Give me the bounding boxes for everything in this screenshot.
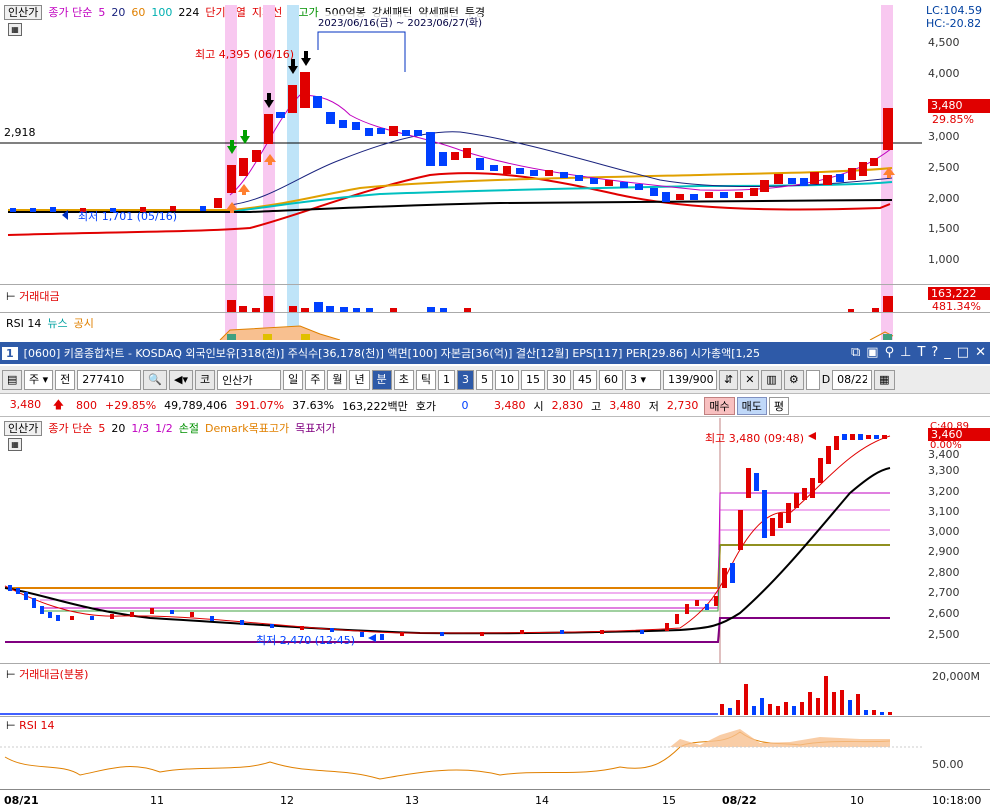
reference-price-label: 2,918 [4, 126, 36, 139]
chart-toolbar: ▤ 주 ▾ 전 🔍 ◀▾ 코 일 주 월 년 분 초 틱 1 3 5 10 15… [0, 366, 990, 394]
time-axis: 08/21 11 12 13 14 15 08/22 10 10:18:00 [0, 789, 990, 811]
date-range-label: 2023/06/16(금) ~ 2023/06/27(화) [318, 14, 483, 29]
fib-line [40, 529, 890, 594]
minute-5[interactable]: 5 [475, 369, 493, 390]
bottom-low-label: 최저 2,470 (12:45) [256, 634, 356, 647]
minute-price-chart[interactable] [0, 418, 922, 663]
search-icon[interactable]: 🔍 [143, 369, 167, 390]
window-number: 1 [2, 346, 18, 360]
quote-current: 3,480 [494, 399, 526, 412]
low-label: 저 [648, 399, 659, 413]
demark-line [5, 544, 890, 589]
up-arrow-icon: 🡅 [52, 398, 64, 411]
quote-row: 3,480 🡅 800 +29.85% 49,789,406 391.07% 3… [0, 395, 990, 417]
current-price: 3,480 🡅 [0, 396, 72, 415]
period-minute[interactable]: 분 [371, 369, 392, 390]
window-controls: ⧉ ▣ ⚲ ⊥ T ? _ □ ✕ [846, 345, 986, 360]
top-low-label: 최저 1,701 (05/16) [78, 210, 178, 223]
buy-button[interactable]: 매수 [704, 396, 735, 415]
top-price-badge: 3,480 [928, 99, 990, 113]
restore-icon[interactable]: ⧉ [851, 345, 860, 360]
type-select[interactable]: 주 ▾ [24, 369, 54, 390]
eval-button[interactable]: 평 [768, 396, 790, 415]
crosshair-icon[interactable]: ✕ [740, 369, 760, 390]
market-prefix[interactable]: 코 [194, 369, 216, 390]
tool-icon[interactable]: ⇵ [718, 369, 739, 390]
hoga-label: 호가 [415, 399, 437, 413]
indicator-icon[interactable]: ▥ [761, 369, 782, 390]
minute-ma5-line [4, 435, 891, 634]
period-day[interactable]: 일 [283, 369, 304, 390]
minute-10[interactable]: 10 [494, 369, 519, 390]
minimize-icon[interactable]: _ [944, 345, 951, 360]
stock-name-input[interactable] [217, 369, 282, 390]
turnover: 37.63% [292, 399, 335, 412]
price-change-pct: +29.85% [105, 399, 157, 412]
minute-chart-panel[interactable]: 인산가 종가 단순 5 20 1/3 1/2 손절 Demark목표고가 목표저… [0, 418, 990, 811]
date-input[interactable] [832, 369, 873, 390]
top-volume-badge: 163,222 [928, 287, 990, 300]
bottom-rsi-chart [0, 729, 922, 780]
volume: 49,789,406 [164, 399, 228, 412]
top-price-axis: 4,500 4,000 3,000 2,500 2,000 1,500 1,00… [928, 36, 960, 266]
stock-code-input[interactable] [77, 369, 142, 390]
minute-30[interactable]: 30 [546, 369, 571, 390]
help-icon[interactable]: ? [931, 345, 938, 360]
mode-select[interactable]: 전 [55, 369, 76, 390]
pin-icon[interactable]: ⊥ [900, 345, 911, 360]
target-low-line [5, 617, 890, 643]
hoga-value: 0 [461, 399, 469, 412]
minute-1[interactable]: 1 [437, 369, 455, 390]
speaker-icon[interactable]: ◀▾ [168, 369, 193, 390]
period-tick[interactable]: 틱 [415, 369, 436, 390]
close-icon[interactable]: ✕ [975, 345, 986, 360]
top-rsi-chart [219, 325, 894, 340]
sell-button[interactable]: 매도 [736, 396, 767, 415]
period-second[interactable]: 초 [393, 369, 414, 390]
bottom-volume-bars [0, 676, 892, 715]
daily-chart-panel[interactable]: 인산가 종가 단순 5 20 60 100 224 단기과열 지지선 신고가 5… [0, 0, 990, 340]
period-month[interactable]: 월 [327, 369, 348, 390]
trade-amount: 163,222백만 [342, 399, 408, 413]
top-pct-badge: 29.85% [932, 113, 974, 126]
maximize-icon[interactable]: □ [957, 345, 969, 360]
d-checkbox[interactable] [805, 369, 820, 390]
rsi-tick: 50.00 [932, 758, 964, 771]
period-year[interactable]: 년 [349, 369, 370, 390]
open-value: 2,830 [551, 399, 584, 412]
open-label: 시 [533, 399, 544, 413]
minute-3[interactable]: 3 [456, 369, 474, 390]
minute-15[interactable]: 15 [520, 369, 545, 390]
minute-60[interactable]: 60 [598, 369, 623, 390]
gear-icon[interactable]: ⚙ [783, 369, 804, 390]
menu-grid-icon[interactable]: ▤ [2, 369, 22, 390]
link-icon[interactable]: ⚲ [885, 345, 895, 360]
bottom-price-axis: 3,400 3,300 3,200 3,100 3,000 2,900 2,80… [928, 448, 960, 641]
window-title: [0600] 키움종합차트 - KOSDAQ 외국인보유[318(천)] 주식수… [23, 347, 761, 360]
window-title-bar[interactable]: 1 [0600] 키움종합차트 - KOSDAQ 외국인보유[318(천)] 주… [0, 342, 990, 364]
calendar-icon[interactable]: ▦ [874, 369, 895, 390]
d-label: D [821, 373, 831, 386]
bottom-pct-badge: 0.00% [930, 440, 962, 451]
low-value: 2,730 [666, 399, 699, 412]
volume-ratio: 391.07% [235, 399, 285, 412]
save-icon[interactable]: ▣ [866, 345, 878, 360]
text-icon[interactable]: T [917, 345, 925, 360]
current-time: 10:18:00 [932, 794, 982, 807]
price-change: 800 [76, 399, 97, 412]
top-volume-bars [227, 296, 893, 312]
range-display: 139/900 [662, 369, 717, 390]
top-high-label: 최고 4,395 (06/16) [195, 48, 295, 61]
signal-arrows [62, 51, 895, 220]
high-label: 고 [591, 399, 602, 413]
count-select[interactable]: 3 ▾ [624, 369, 661, 390]
range-bracket [317, 31, 406, 72]
volume-tick: 20,000M [932, 670, 980, 683]
stop-loss-line [40, 544, 890, 612]
period-week[interactable]: 주 [305, 369, 326, 390]
minute-45[interactable]: 45 [572, 369, 597, 390]
bottom-high-label: 최고 3,480 (09:48) [705, 432, 805, 445]
high-value: 3,480 [609, 399, 641, 412]
